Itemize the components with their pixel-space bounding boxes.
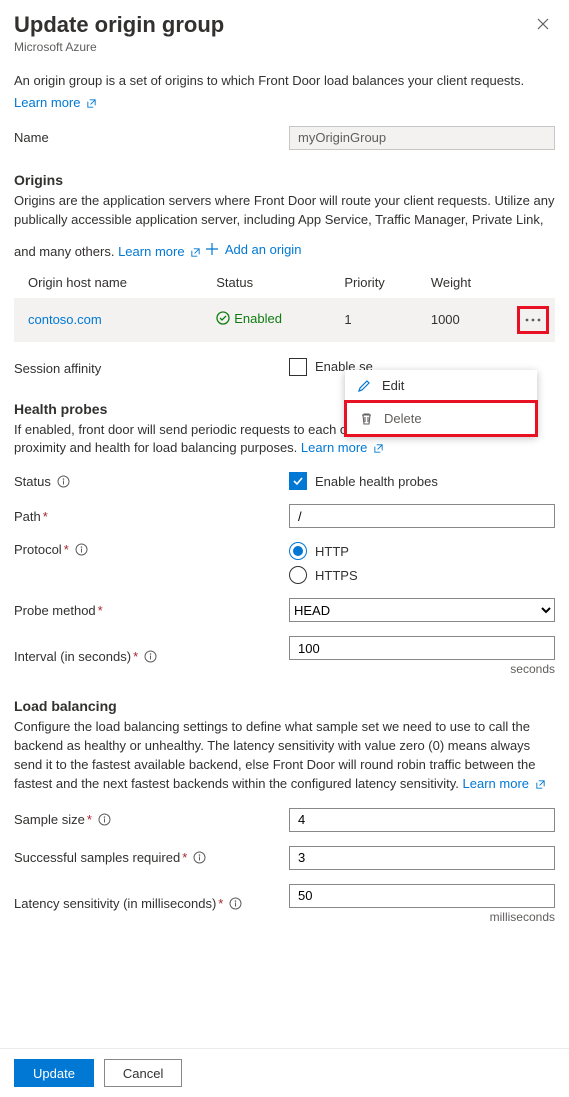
- context-delete-label: Delete: [384, 411, 422, 426]
- interval-unit: seconds: [289, 662, 555, 676]
- col-status: Status: [210, 267, 338, 298]
- checkbox-icon: [289, 358, 307, 376]
- info-icon[interactable]: [193, 851, 206, 864]
- external-link-icon: [373, 443, 384, 454]
- info-icon[interactable]: [229, 897, 242, 910]
- path-input[interactable]: [289, 504, 555, 528]
- panel-brand: Microsoft Azure: [14, 40, 555, 54]
- origins-title: Origins: [14, 172, 555, 188]
- learn-more-label: Learn more: [463, 776, 529, 791]
- enable-health-probes-checkbox[interactable]: Enable health probes: [289, 472, 438, 490]
- sample-size-input[interactable]: [289, 808, 555, 832]
- info-icon[interactable]: [98, 813, 111, 826]
- delete-icon: [359, 411, 374, 426]
- table-row[interactable]: contoso.com Enabled 1 1000: [14, 298, 555, 342]
- update-button[interactable]: Update: [14, 1059, 94, 1087]
- context-edit-item[interactable]: Edit: [345, 370, 537, 401]
- external-link-icon: [190, 247, 201, 258]
- panel-title: Update origin group: [14, 12, 555, 38]
- external-link-icon: [535, 779, 546, 790]
- origins-table: Origin host name Status Priority Weight …: [14, 267, 555, 342]
- panel-footer: Update Cancel: [0, 1048, 569, 1097]
- context-delete-item[interactable]: Delete: [344, 400, 538, 437]
- row-actions-button[interactable]: [522, 311, 544, 329]
- protocol-http-radio[interactable]: HTTP: [289, 542, 555, 560]
- info-icon[interactable]: [75, 543, 88, 556]
- add-origin-button[interactable]: Add an origin: [205, 242, 302, 257]
- probe-method-label: Probe method: [14, 603, 96, 618]
- name-input: [289, 126, 555, 150]
- session-affinity-label: Session affinity: [14, 361, 289, 376]
- path-label: Path: [14, 509, 41, 524]
- more-icon: [524, 313, 542, 327]
- protocol-label: Protocol: [14, 542, 62, 557]
- row-context-menu: Edit Delete: [345, 370, 537, 436]
- learn-more-label: Learn more: [301, 440, 367, 455]
- protocol-https-radio[interactable]: HTTPS: [289, 566, 555, 584]
- context-edit-label: Edit: [382, 378, 404, 393]
- lb-title: Load balancing: [14, 698, 555, 714]
- row-actions-highlight: [517, 306, 549, 334]
- checkbox-icon: [289, 472, 307, 490]
- interval-label: Interval (in seconds): [14, 649, 131, 664]
- success-samples-input[interactable]: [289, 846, 555, 870]
- latency-label: Latency sensitivity (in milliseconds): [14, 896, 216, 911]
- sample-size-label: Sample size: [14, 812, 85, 827]
- latency-unit: milliseconds: [289, 910, 555, 924]
- origin-host-link[interactable]: contoso.com: [28, 312, 102, 327]
- intro-learn-more-link[interactable]: Learn more: [14, 95, 97, 110]
- interval-input[interactable]: [289, 636, 555, 660]
- origin-status: Enabled: [216, 311, 282, 326]
- check-circle-icon: [216, 311, 230, 325]
- update-origin-group-panel: Update origin group Microsoft Azure An o…: [0, 0, 569, 924]
- health-status-label: Status: [14, 474, 51, 489]
- origin-weight: 1000: [425, 298, 511, 342]
- enable-health-probes-label: Enable health probes: [315, 474, 438, 489]
- close-icon: [535, 16, 551, 32]
- name-label: Name: [14, 130, 289, 145]
- col-weight: Weight: [425, 267, 511, 298]
- panel-header: Update origin group Microsoft Azure: [14, 12, 555, 54]
- probe-method-select[interactable]: HEAD: [289, 598, 555, 622]
- edit-icon: [357, 378, 372, 393]
- learn-more-label: Learn more: [14, 95, 80, 110]
- col-priority: Priority: [338, 267, 424, 298]
- intro-text: An origin group is a set of origins to w…: [14, 72, 555, 91]
- col-host: Origin host name: [14, 267, 210, 298]
- latency-input[interactable]: [289, 884, 555, 908]
- plus-icon: [205, 242, 219, 256]
- external-link-icon: [86, 98, 97, 109]
- lb-learn-more-link[interactable]: Learn more: [463, 776, 546, 791]
- add-origin-label: Add an origin: [225, 242, 302, 257]
- success-samples-label: Successful samples required: [14, 850, 180, 865]
- origins-learn-more-link[interactable]: Learn more: [118, 244, 205, 259]
- lb-desc: Configure the load balancing settings to…: [14, 719, 536, 791]
- health-learn-more-link[interactable]: Learn more: [301, 440, 384, 455]
- origin-priority: 1: [338, 298, 424, 342]
- cancel-button[interactable]: Cancel: [104, 1059, 182, 1087]
- close-button[interactable]: [535, 16, 551, 35]
- info-icon[interactable]: [57, 475, 70, 488]
- info-icon[interactable]: [144, 650, 157, 663]
- learn-more-label: Learn more: [118, 244, 184, 259]
